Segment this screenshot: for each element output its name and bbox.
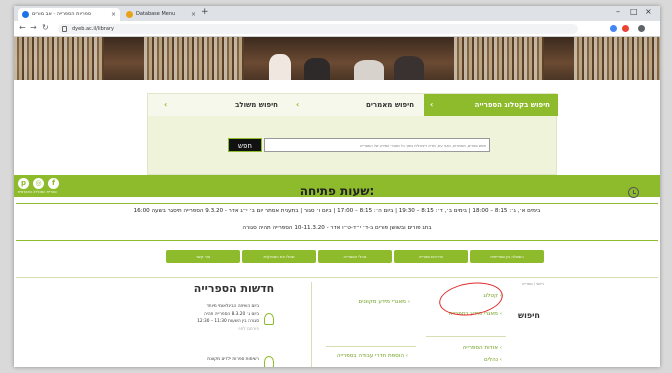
bookshelf-image [144, 37, 244, 80]
quick-link-button[interactable]: שאלו את הספרן/ית [242, 250, 316, 263]
close-tab-icon[interactable]: × [191, 8, 196, 21]
browser-window: ספריות הספרייה · אב מורים × Database Men… [14, 6, 660, 367]
bookshelf-image [454, 37, 544, 80]
link-label: נהלים [483, 357, 498, 363]
browser-tab-library[interactable]: ספריות הספרייה · אב מורים × [18, 8, 120, 21]
search-section-title: חיפוש [518, 311, 540, 320]
hours-note: בחג פורים ובשושן פורים ב-ד׳ י״ד-ט״ו אדר … [242, 225, 432, 231]
bookshelf-image [14, 37, 104, 80]
tab-combined-search[interactable]: ‹ חיפוש משולב [152, 94, 286, 116]
profile-avatar[interactable] [638, 25, 645, 32]
maximize-icon[interactable]: □ [630, 7, 638, 16]
search-button[interactable]: חפש [228, 138, 262, 152]
person-image [269, 54, 291, 80]
hero-banner-image [14, 37, 660, 80]
person-image [354, 60, 384, 80]
tab-title: ספריות הספרייה · אב מורים [32, 11, 92, 17]
close-window-icon[interactable]: × [645, 7, 652, 16]
divider [326, 346, 416, 347]
favicon-icon [126, 11, 133, 18]
favicon-icon [22, 11, 29, 18]
bell-icon [264, 313, 274, 325]
person-image [394, 56, 424, 80]
link-rules[interactable]: נהלים ‹ [444, 356, 502, 364]
news-item[interactable]: רשימות ספרות ילדים מקוונת [154, 356, 259, 364]
new-tab-icon[interactable]: + [201, 7, 209, 17]
link-online-databases[interactable]: מאגרי מידע מקוונים ‹ [344, 298, 410, 306]
quick-link-button[interactable]: הדרכות ספרייה [394, 250, 468, 263]
news-item[interactable]: ביום השיחה הבינלאומי מיוחד ביום ג׳ 8.3.2… [154, 303, 259, 333]
chevron-left-icon: ‹ [296, 100, 300, 109]
news-line: סגורה בין השעות 11:30 – 12:30 [197, 319, 259, 324]
quick-link-button[interactable]: נוהלי הספרייה [318, 250, 392, 263]
bookshelf-image [574, 37, 660, 80]
breadcrumb[interactable]: ראשי / ספרייה [522, 282, 544, 286]
hours-title: שעות פתיחה: [299, 184, 375, 198]
browser-tab-database[interactable]: Database Menu × [122, 8, 200, 21]
reload-icon[interactable]: ↻ [42, 23, 49, 32]
close-tab-icon[interactable]: × [111, 8, 116, 21]
news-line: רשימות ספרות ילדים מקוונת [207, 357, 259, 362]
tab-label: חיפוש משולב [235, 101, 278, 109]
minimize-icon[interactable]: – [616, 7, 620, 16]
tab-label: חיפוש מאמרים [366, 101, 414, 109]
chevron-left-icon: ‹ [164, 100, 168, 109]
extension-icon[interactable] [622, 25, 629, 32]
divider [16, 240, 658, 241]
quick-link-button[interactable]: השאלה בין ספרייתית [470, 250, 544, 263]
link-study-rooms[interactable]: הוספת חדרי עבודה בספרייה ‹ [336, 352, 408, 360]
lock-icon [62, 26, 67, 32]
url-text: dyeb.ac.il/library [72, 26, 114, 32]
news-line: ביום השיחה הבינלאומי מיוחד [206, 304, 259, 309]
news-title: חדשות הספרייה [193, 282, 275, 295]
quick-links: השאלה בין ספרייתית הדרכות ספרייה נוהלי ה… [164, 250, 544, 264]
clock-icon [628, 187, 639, 198]
link-label: אודות הספרייה [462, 345, 498, 351]
search-row: חפש חפש ספרים, מאמרים, כתבי עת, מדיה דיג… [228, 138, 490, 152]
tab-catalog-search[interactable]: ‹ חיפוש בקטלוג הספרייה [424, 94, 558, 116]
back-icon[interactable]: ← [19, 23, 26, 32]
address-bar: ← → ↻ dyeb.ac.il/library [14, 21, 660, 37]
bell-icon [264, 356, 274, 367]
url-input[interactable]: dyeb.ac.il/library [58, 24, 578, 34]
person-image [304, 58, 330, 80]
link-about-library[interactable]: אודות הספרייה ‹ [434, 344, 502, 352]
link-label: הוספת חדרי עבודה בספרייה [336, 353, 404, 359]
forward-icon[interactable]: → [30, 23, 37, 32]
tab-bar: ספריות הספרייה · אב מורים × Database Men… [14, 6, 660, 21]
news-date: פורסם לפני [237, 326, 259, 332]
tab-articles-search[interactable]: ‹ חיפוש מאמרים [288, 94, 422, 116]
search-input[interactable]: חפש ספרים, מאמרים, כתבי עת, מדיה דיגיטלי… [264, 138, 490, 152]
search-panel: ‹ חיפוש בקטלוג הספרייה ‹ חיפוש מאמרים ‹ … [147, 93, 558, 175]
tab-title: Database Menu [136, 11, 176, 17]
quick-link-button[interactable]: צור קשר [166, 250, 240, 263]
divider [16, 277, 658, 278]
divider [16, 203, 658, 204]
divider [311, 282, 312, 367]
search-tabs: ‹ חיפוש בקטלוג הספרייה ‹ חיפוש מאמרים ‹ … [148, 94, 558, 116]
tab-label: חיפוש בקטלוג הספרייה [474, 101, 550, 109]
link-label: מאגרי מידע מקוונים [358, 299, 406, 305]
news-line: ביום ג׳ 8.3.20 הספרייה תהיה [203, 311, 259, 317]
divider [426, 336, 506, 337]
extension-icon[interactable] [610, 25, 617, 32]
hours-schedule: בימים א׳, ג׳: 8:15 – 18:00 | בימים ב׳, ד… [133, 208, 541, 214]
chevron-left-icon: ‹ [430, 100, 434, 109]
